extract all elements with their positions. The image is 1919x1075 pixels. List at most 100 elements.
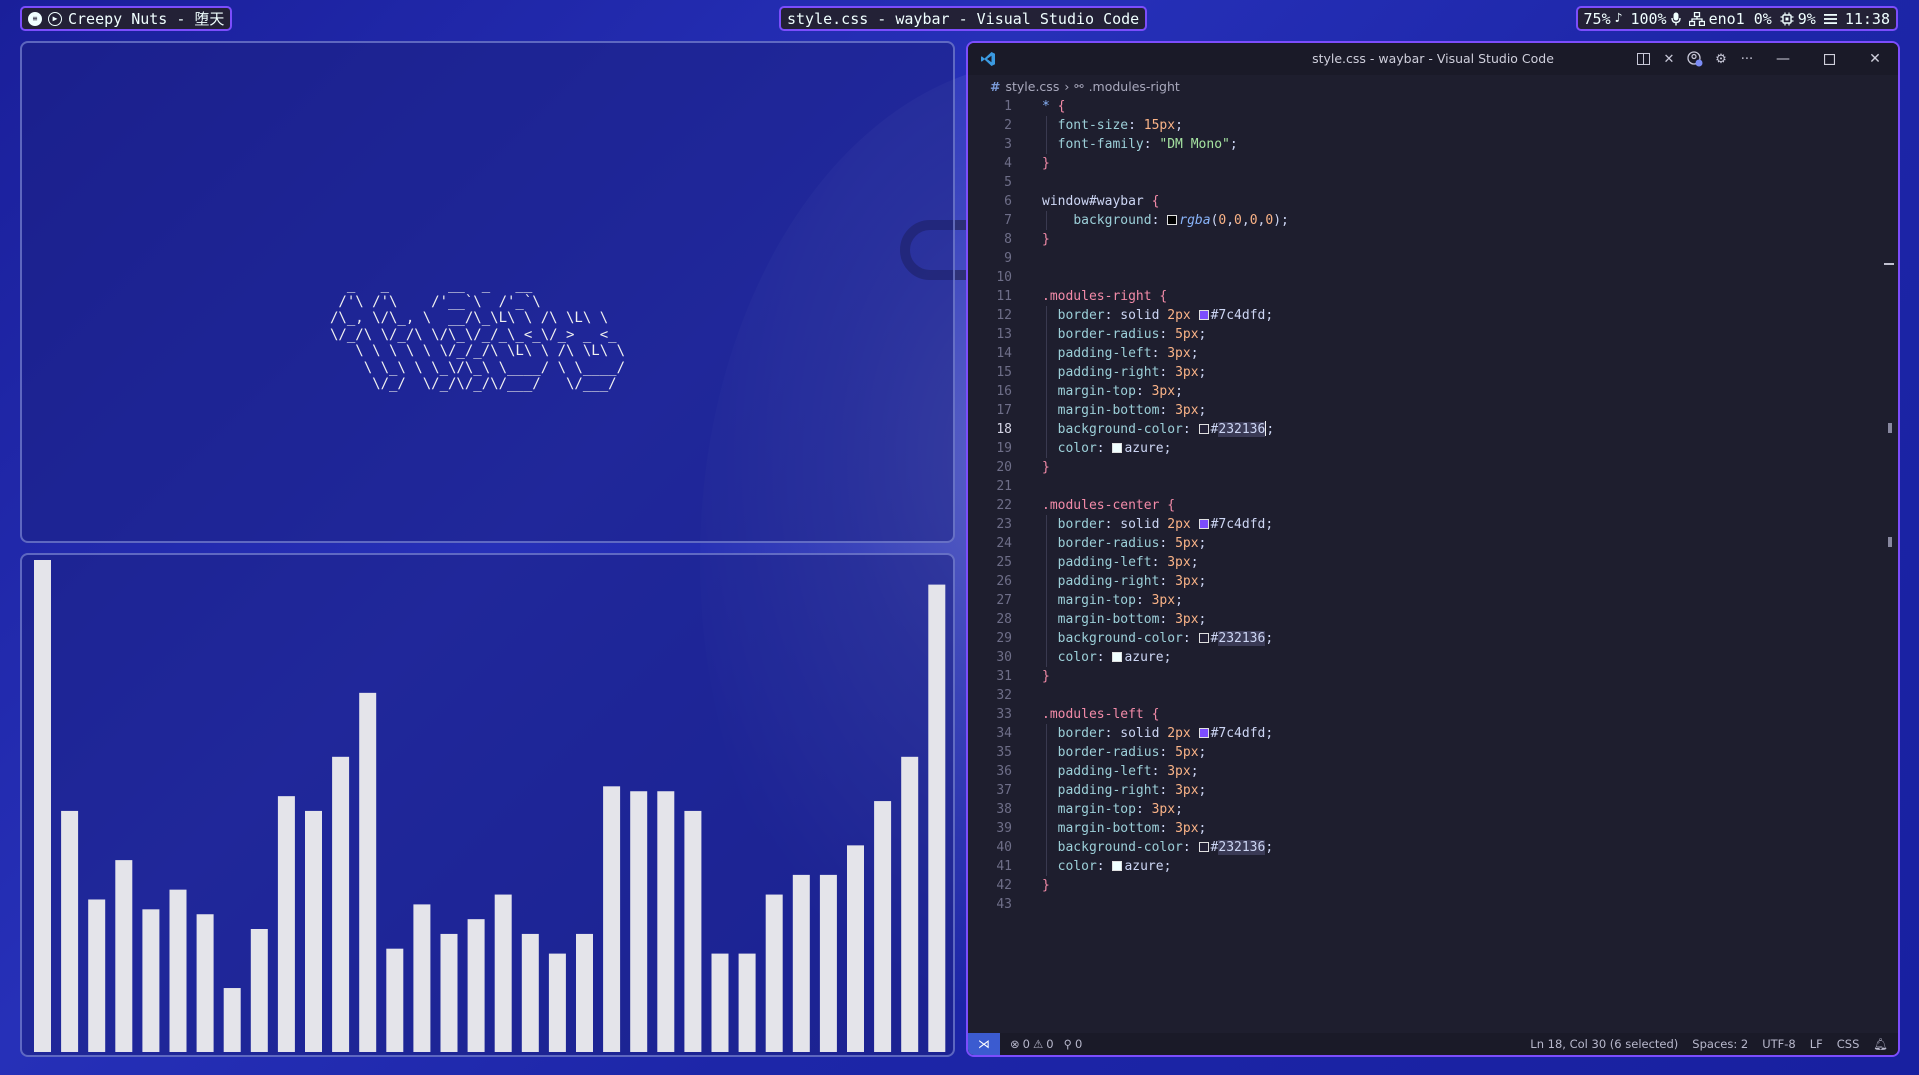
code-line[interactable]: padding-left: 3px; (1042, 344, 1199, 363)
remote-indicator-icon[interactable]: ⋊ (968, 1033, 1000, 1055)
code-area[interactable]: * { font-size: 15px; font-family: "DM Mo… (1042, 97, 1882, 1025)
cursor-position[interactable]: Ln 18, Col 30 (6 selected) (1530, 1037, 1678, 1051)
code-token: margin-bottom (1057, 821, 1160, 836)
breadcrumb-file[interactable]: style.css (1005, 79, 1059, 94)
code-line[interactable]: * { (1042, 97, 1065, 116)
code-line[interactable]: font-family: "DM Mono"; (1042, 135, 1238, 154)
code-line[interactable]: border: solid 2px #7c4dfd; (1042, 724, 1274, 743)
color-swatch[interactable] (1198, 842, 1209, 852)
vscode-window[interactable]: style.css - waybar - Visual Studio Code … (966, 41, 1900, 1057)
ports-indicator[interactable]: ⚲ 0 (1064, 1037, 1083, 1051)
code-line[interactable]: margin-top: 3px; (1042, 800, 1183, 819)
code-token: border (1057, 726, 1105, 741)
problems-indicator[interactable]: ⊗ 0 ⚠ 0 (1010, 1037, 1054, 1051)
color-swatch[interactable] (1112, 652, 1123, 662)
code-line[interactable]: padding-right: 3px; (1042, 781, 1207, 800)
color-swatch[interactable] (1167, 215, 1178, 225)
pulseaudio-module[interactable]: 75% ♪ (1584, 10, 1623, 28)
code-line[interactable]: font-size: 15px; (1042, 116, 1183, 135)
color-swatch[interactable] (1112, 861, 1123, 871)
color-swatch[interactable] (1198, 633, 1209, 643)
terminal-cava-visualizer[interactable] (20, 553, 955, 1057)
code-line[interactable]: .modules-left { (1042, 705, 1159, 724)
code-line[interactable]: } (1042, 458, 1050, 477)
code-token: "DM Mono" (1159, 137, 1230, 152)
code-line[interactable]: border: solid 2px #7c4dfd; (1042, 306, 1274, 325)
code-line[interactable]: color: azure; (1042, 857, 1172, 876)
code-token: padding-right (1057, 783, 1160, 798)
code-line[interactable]: .modules-center { (1042, 496, 1175, 515)
code-line[interactable]: window#waybar { (1042, 192, 1159, 211)
code-line[interactable]: background-color: #232136; (1042, 838, 1273, 857)
close-window-icon[interactable]: ✕ (1852, 43, 1898, 75)
line-number: 13 (996, 327, 1012, 342)
terminal-ascii-art[interactable]: _ _ __ _ __ /'\ /'\ /'__`\ /'_`\ /\_, \/… (20, 41, 955, 543)
code-line[interactable]: background-color: #232136; (1042, 629, 1273, 648)
visualizer-bar (874, 801, 892, 1052)
color-swatch[interactable] (1198, 310, 1209, 320)
code-line[interactable]: background-color: #232136; (1042, 420, 1274, 439)
network-module[interactable]: eno1 0% (1688, 10, 1772, 28)
code-token: : (1159, 612, 1176, 627)
code-line[interactable]: } (1042, 154, 1050, 173)
code-line[interactable]: padding-right: 3px; (1042, 572, 1207, 591)
close-editor-icon[interactable]: ✕ (1656, 43, 1682, 75)
code-line[interactable]: padding-left: 3px; (1042, 762, 1199, 781)
clock[interactable]: 11:38 (1845, 10, 1890, 28)
code-editor[interactable]: 1 2 3 4 5 6 7 8 9 10 11 12 13 14 15 16 17 18 19 20 21 22 23 24 2… (968, 97, 1898, 1025)
encoding[interactable]: UTF-8 (1762, 1037, 1796, 1051)
color-swatch[interactable] (1198, 728, 1209, 738)
code-line[interactable]: padding-right: 3px; (1042, 363, 1207, 382)
visualizer-bar (359, 692, 377, 1052)
code-line[interactable]: background: rgba(0,0,0,0); (1042, 211, 1289, 230)
code-line[interactable]: color: azure; (1042, 648, 1172, 667)
code-line[interactable]: margin-bottom: 3px; (1042, 401, 1207, 420)
code-line[interactable]: padding-left: 3px; (1042, 553, 1199, 572)
code-line[interactable]: border-radius: 5px; (1042, 743, 1207, 762)
code-token: : (1151, 213, 1168, 228)
code-line[interactable]: margin-top: 3px; (1042, 382, 1183, 401)
more-actions-icon[interactable]: ··· (1734, 43, 1760, 75)
play-icon[interactable]: ▶ (48, 11, 62, 26)
code-token: margin-top (1057, 384, 1136, 399)
code-line[interactable]: .modules-right { (1042, 287, 1167, 306)
accounts-icon[interactable] (1682, 43, 1708, 75)
editor-scrollbar[interactable] (1884, 97, 1894, 1025)
code-token: 3px (1175, 612, 1199, 627)
code-line[interactable]: margin-bottom: 3px; (1042, 610, 1207, 629)
color-swatch[interactable] (1112, 443, 1123, 453)
bell-icon[interactable]: 🔔︎ (1873, 1037, 1888, 1051)
indentation[interactable]: Spaces: 2 (1692, 1037, 1748, 1051)
visualizer-bar (250, 929, 268, 1052)
code-line[interactable]: border-radius: 5px; (1042, 534, 1207, 553)
modules-left[interactable]: ≡ ▶ Creepy Nuts - 堕天 (20, 6, 233, 31)
code-line[interactable]: border: solid 2px #7c4dfd; (1042, 515, 1274, 534)
code-token: 0 (1234, 213, 1242, 228)
line-number: 22 (996, 498, 1012, 513)
cpu-module[interactable]: 9% (1780, 10, 1816, 28)
code-token: font-family (1057, 137, 1144, 152)
code-line[interactable]: border-radius: 5px; (1042, 325, 1207, 344)
breadcrumb-symbol[interactable]: .modules-right (1089, 79, 1180, 94)
microphone-module[interactable]: 100% (1630, 10, 1681, 28)
gear-icon[interactable]: ⚙ (1708, 43, 1734, 75)
split-editor-icon[interactable] (1630, 43, 1656, 75)
language-mode[interactable]: CSS (1837, 1037, 1860, 1051)
code-line[interactable]: } (1042, 876, 1050, 895)
code-line[interactable]: } (1042, 230, 1050, 249)
minimize-icon[interactable]: — (1760, 43, 1806, 75)
code-line[interactable]: margin-bottom: 3px; (1042, 819, 1207, 838)
code-line[interactable]: margin-top: 3px; (1042, 591, 1183, 610)
color-swatch[interactable] (1198, 424, 1209, 434)
color-swatch[interactable] (1198, 519, 1209, 529)
code-line[interactable]: color: azure; (1042, 439, 1172, 458)
end-of-line[interactable]: LF (1810, 1037, 1823, 1051)
menu-icon[interactable] (1823, 13, 1837, 25)
maximize-icon[interactable] (1806, 43, 1852, 75)
code-token: 3px (1175, 783, 1199, 798)
code-line[interactable]: } (1042, 667, 1050, 686)
